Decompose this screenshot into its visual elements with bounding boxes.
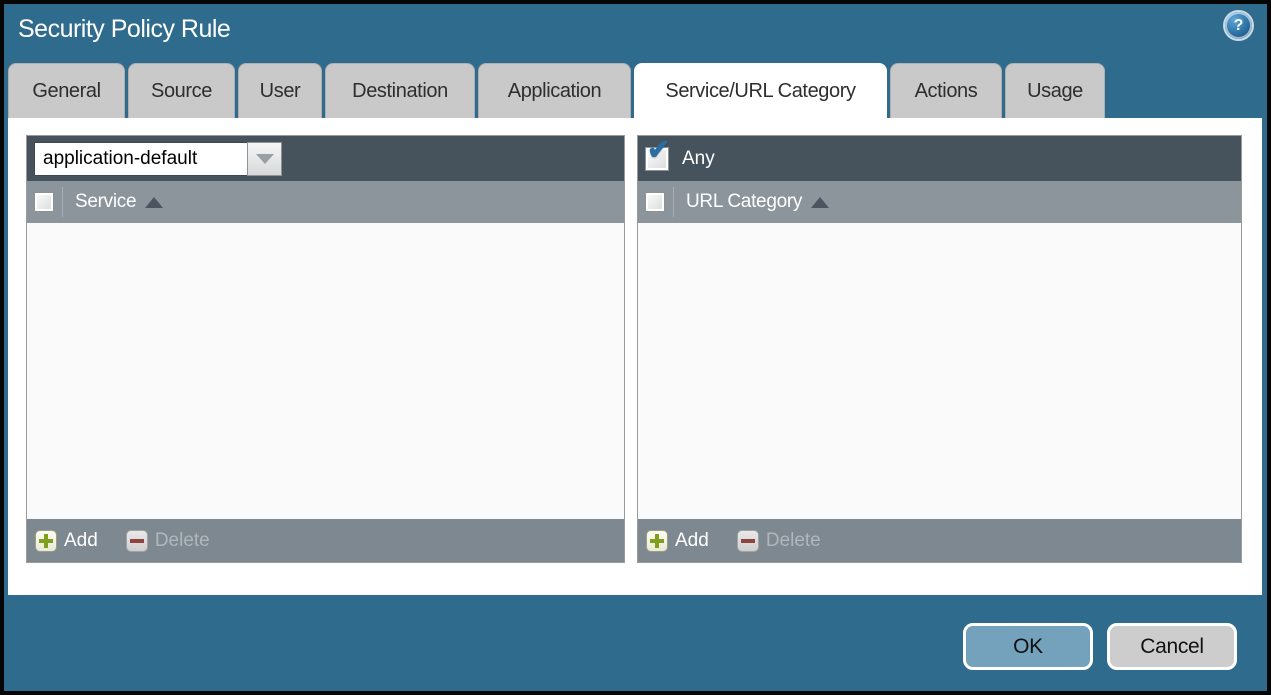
url-category-footer-bar: Add Delete <box>638 519 1241 562</box>
service-mode-bar <box>27 136 624 181</box>
tab-bar: General Source User Destination Applicat… <box>8 63 1105 119</box>
sort-asc-icon <box>811 196 830 208</box>
tab-destination[interactable]: Destination <box>325 63 475 118</box>
service-list-empty[interactable] <box>27 223 624 519</box>
url-category-delete-button[interactable]: Delete <box>736 529 821 552</box>
tab-general[interactable]: General <box>8 63 125 118</box>
tab-user[interactable]: User <box>238 63 322 118</box>
tab-content-service-url-category: Service Add <box>8 118 1262 595</box>
url-category-panel: ✔ Any URL Category Add Delete <box>637 135 1242 563</box>
delete-label: Delete <box>765 529 821 551</box>
tab-actions[interactable]: Actions <box>890 63 1002 118</box>
tab-application[interactable]: Application <box>478 63 631 118</box>
add-label: Add <box>64 529 98 551</box>
service-add-button[interactable]: Add <box>35 529 98 552</box>
service-footer-bar: Add Delete <box>27 519 624 562</box>
url-category-add-button[interactable]: Add <box>646 529 709 552</box>
column-divider <box>62 187 63 217</box>
service-mode-combobox <box>34 141 282 176</box>
minus-icon <box>736 529 759 552</box>
chevron-down-icon <box>255 153 274 164</box>
help-icon[interactable]: ? <box>1225 12 1252 39</box>
any-label: Any <box>682 147 715 169</box>
url-category-list-empty[interactable] <box>638 223 1241 519</box>
delete-label: Delete <box>154 529 210 551</box>
service-column-header[interactable]: Service <box>27 181 624 223</box>
tab-usage[interactable]: Usage <box>1005 63 1105 118</box>
url-category-column-label: URL Category <box>686 191 803 212</box>
security-policy-rule-dialog: Security Policy Rule ? General Source Us… <box>0 0 1271 695</box>
service-select-all-checkbox[interactable] <box>34 192 54 212</box>
tab-source[interactable]: Source <box>128 63 235 118</box>
url-category-select-all-checkbox[interactable] <box>645 192 665 212</box>
ok-button[interactable]: OK <box>963 623 1093 670</box>
cancel-button[interactable]: Cancel <box>1107 623 1237 670</box>
question-mark-glyph: ? <box>1233 16 1244 34</box>
service-column-label: Service <box>75 191 137 212</box>
checkmark-icon: ✔ <box>647 133 671 165</box>
service-delete-button[interactable]: Delete <box>125 529 210 552</box>
dialog-title: Security Policy Rule <box>18 15 231 43</box>
sort-asc-icon <box>145 196 164 208</box>
plus-icon <box>35 529 57 552</box>
tab-service-url-category[interactable]: Service/URL Category <box>634 63 887 119</box>
service-mode-dropdown-button[interactable] <box>247 141 282 176</box>
minus-icon <box>125 529 148 552</box>
add-label: Add <box>675 529 709 551</box>
column-divider <box>673 187 674 217</box>
service-mode-input[interactable] <box>34 141 247 176</box>
any-checkbox[interactable]: ✔ <box>645 135 670 171</box>
url-category-any-bar: ✔ Any <box>638 135 1241 181</box>
plus-icon <box>646 529 668 552</box>
url-category-column-header[interactable]: URL Category <box>638 181 1241 223</box>
service-panel: Service Add <box>26 135 625 563</box>
